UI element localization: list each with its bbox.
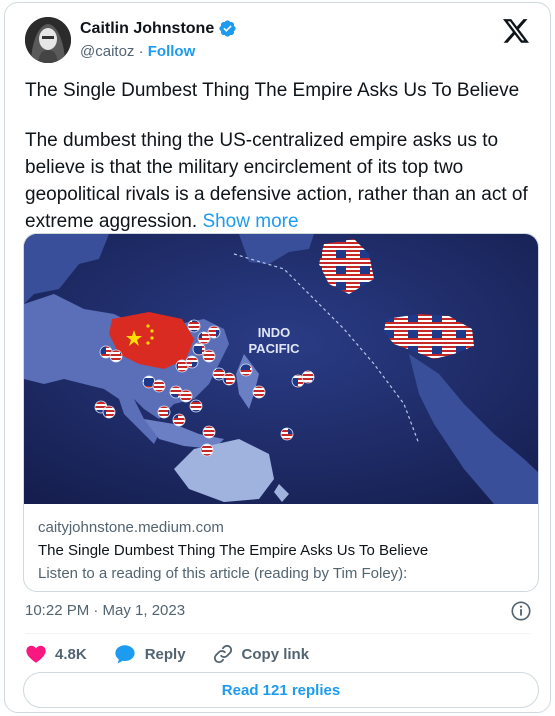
author-name[interactable]: Caitlin Johnstone [80,20,214,38]
tweet-card: Caitlin Johnstone @caitoz · Follow The S… [4,2,551,713]
read-replies-button[interactable]: Read 121 replies [23,672,539,708]
separator-dot: · [138,43,144,60]
link-title: The Single Dumbest Thing The Empire Asks… [38,542,429,559]
action-bar: 4.8K Reply Copy link [25,643,335,665]
info-icon[interactable] [510,600,532,622]
tweet-title: The Single Dumbest Thing The Empire Asks… [25,80,520,101]
link-icon [213,644,232,664]
copy-link-label: Copy link [241,645,310,663]
reply-button[interactable]: Reply [113,643,186,665]
show-more-link[interactable]: Show more [202,211,298,232]
tweet-timestamp[interactable]: 10:22 PM · May 1, 2023 [25,602,185,619]
divider [25,633,530,634]
reply-label: Reply [144,645,186,663]
author-handle[interactable]: @caitoz [80,43,134,60]
tweet-body: The dumbest thing the US-centralized emp… [25,127,540,235]
copy-link-button[interactable]: Copy link [212,643,310,665]
x-logo-icon[interactable] [503,19,530,44]
like-button[interactable]: 4.8K [25,643,87,665]
map-label-line2: PACIFIC [248,341,300,356]
link-preview-card[interactable]: INDO PACIFIC caityjohnstone.medium.com T… [23,233,539,592]
verified-badge-icon [219,20,236,37]
heart-icon [26,645,46,663]
like-count: 4.8K [55,645,87,663]
link-domain: caityjohnstone.medium.com [38,519,224,536]
handle-row: @caitoz · Follow [80,43,195,60]
follow-button[interactable]: Follow [148,43,196,60]
link-description: Listen to a reading of this article (rea… [38,565,408,582]
map-label-line1: INDO [258,325,291,340]
avatar[interactable] [25,17,71,63]
avatar-image [25,17,71,63]
reply-bubble-icon [115,645,135,664]
link-preview-image: INDO PACIFIC [24,234,538,504]
